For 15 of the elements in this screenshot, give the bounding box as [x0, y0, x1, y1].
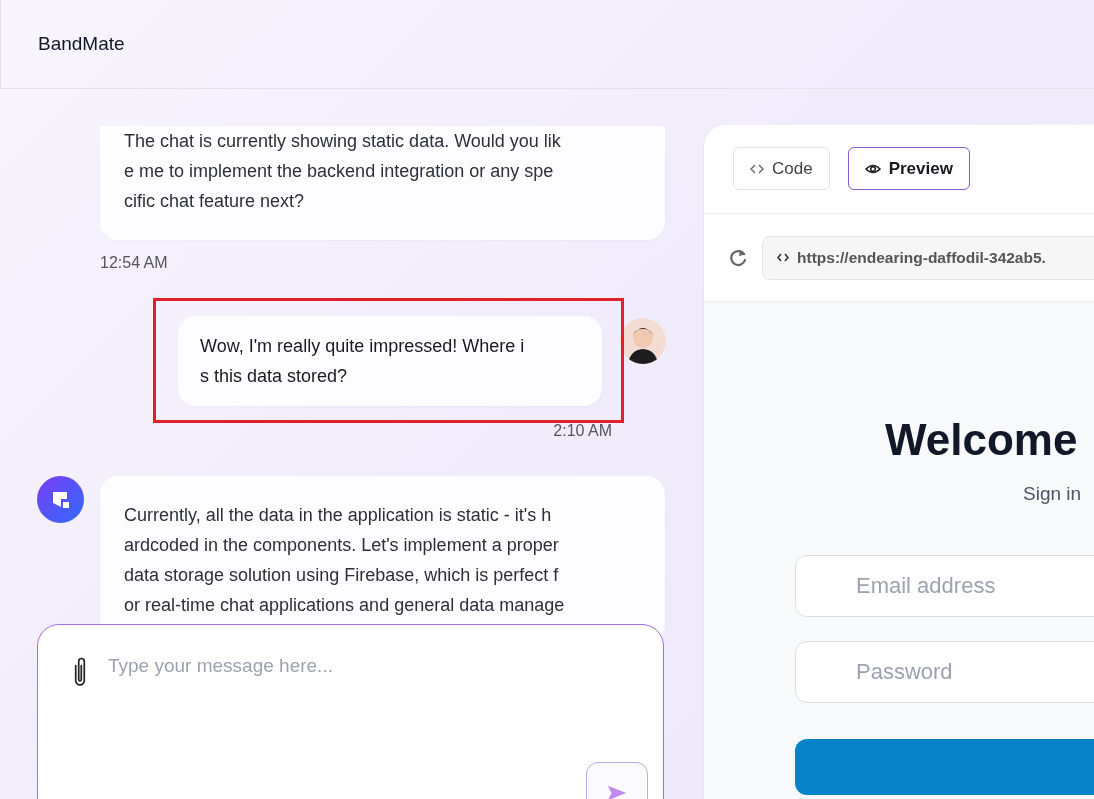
- url-field[interactable]: https://endearing-daffodil-342ab5.: [762, 235, 1094, 280]
- message-bubble: The chat is currently showing static data. Would you lik e me to implement the backend integration or any spe cific chat feature next?: [100, 126, 665, 240]
- email-field[interactable]: Email address: [795, 555, 1094, 617]
- message-time: 2:10 AM: [552, 422, 613, 440]
- code-icon: [777, 252, 789, 263]
- view-tab[interactable]: Code: [733, 147, 830, 190]
- password-field[interactable]: Password: [795, 641, 1094, 703]
- welcome-heading: Welcome: [885, 414, 1079, 466]
- app-title: BandMate: [38, 33, 125, 55]
- refresh-icon[interactable]: [728, 247, 748, 268]
- view-tab[interactable]: Preview: [847, 147, 970, 190]
- message-field[interactable]: Type your message here...: [108, 655, 588, 695]
- send-icon: [606, 783, 628, 799]
- sign-in-subtitle: Sign in: [1023, 482, 1083, 506]
- message-time: 12:54 AM: [99, 254, 169, 272]
